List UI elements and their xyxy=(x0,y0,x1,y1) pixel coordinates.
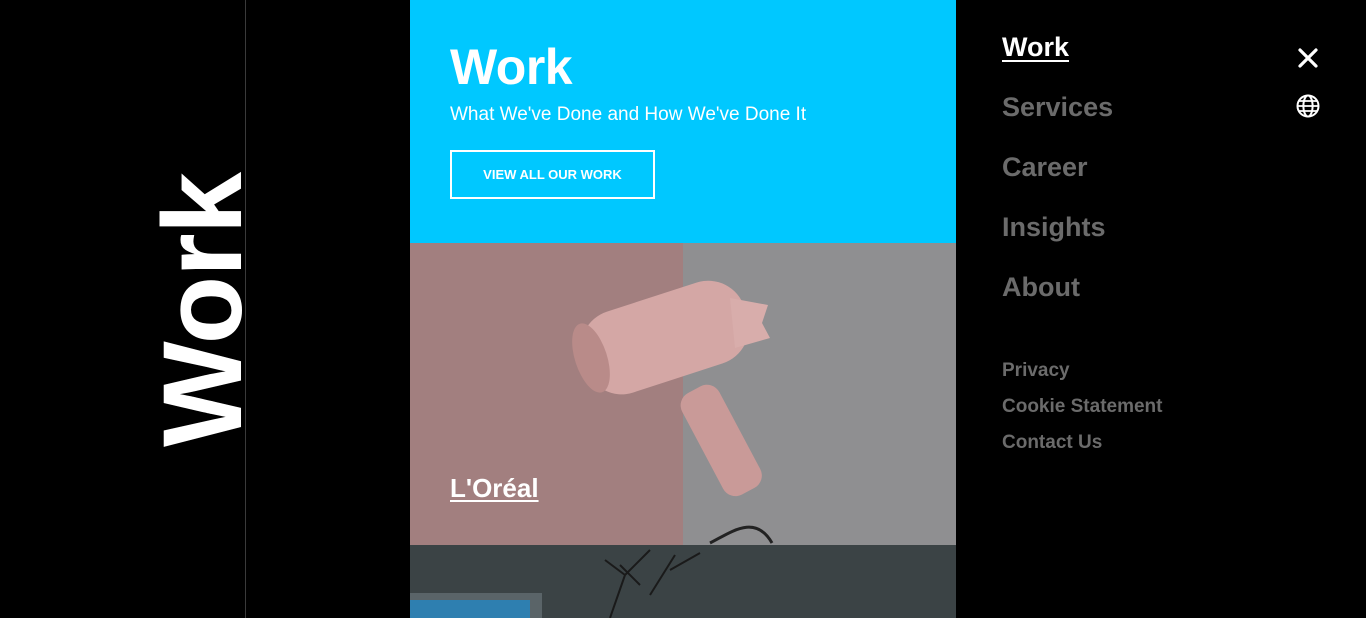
featured-panel: Work What We've Done and How We've Done … xyxy=(410,0,956,618)
language-button[interactable] xyxy=(1294,92,1322,120)
rail-divider xyxy=(245,0,246,618)
nav-item-about[interactable]: About xyxy=(1002,272,1080,303)
close-button[interactable] xyxy=(1294,44,1322,72)
card-image xyxy=(410,549,701,618)
menu-overlay: Work Work What We've Done and How We've … xyxy=(0,0,1366,618)
case-study-card[interactable]: L'Oréal xyxy=(410,243,956,545)
view-all-work-button[interactable]: VIEW ALL OUR WORK xyxy=(450,150,655,199)
nav-item-career[interactable]: Career xyxy=(1002,152,1088,183)
card-title[interactable]: L'Oréal xyxy=(450,473,539,504)
close-icon xyxy=(1298,48,1318,68)
vertical-page-title: Work xyxy=(140,173,265,447)
case-study-card[interactable] xyxy=(410,545,956,618)
hero-title: Work xyxy=(450,39,573,95)
nav-item-services[interactable]: Services xyxy=(1002,92,1113,123)
footer-link-privacy[interactable]: Privacy xyxy=(1002,360,1070,382)
hero-subtitle: What We've Done and How We've Done It xyxy=(450,104,807,125)
work-hero: Work What We've Done and How We've Done … xyxy=(410,0,956,243)
nav-item-insights[interactable]: Insights xyxy=(1002,212,1106,243)
globe-icon xyxy=(1296,94,1320,118)
footer-link-cookie-statement[interactable]: Cookie Statement xyxy=(1002,396,1162,418)
left-rail: Work xyxy=(0,0,265,618)
nav-item-work[interactable]: Work xyxy=(1002,32,1069,63)
footer-link-contact-us[interactable]: Contact Us xyxy=(1002,432,1102,454)
